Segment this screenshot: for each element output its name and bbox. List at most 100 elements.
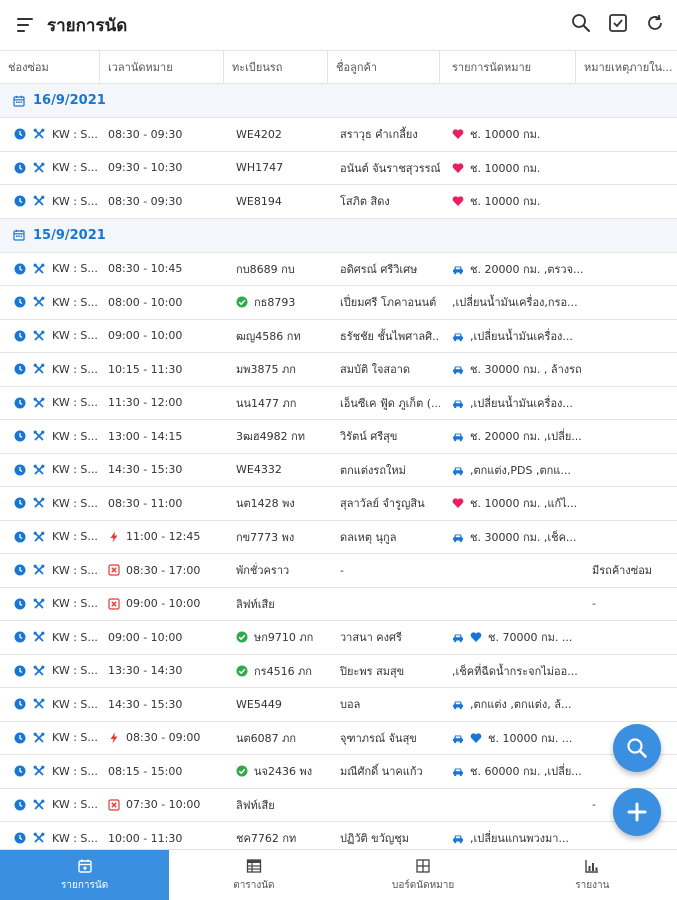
table-row[interactable]: KW : S... 09:00 - 10:00 ษก9710 ภก วาสนา คงศ…	[0, 621, 677, 655]
cell-time: 07:30 - 10:00	[100, 789, 224, 822]
bay-text: KW : S...	[52, 396, 98, 410]
app-bar-actions	[571, 13, 665, 33]
clock-icon	[14, 832, 26, 844]
bay-text: KW : S...	[52, 295, 98, 309]
table-row[interactable]: KW : S... 08:30 - 09:00 นต6087 ภก จุฑาภรณ์ …	[0, 722, 677, 755]
customer-text: อดิศรณ์ ศรีวิเศษ	[340, 262, 418, 276]
nav-tab-schedule[interactable]: ตารางนัด	[169, 850, 338, 900]
table-row[interactable]: KW : S... 11:30 - 12:00 นน1477 ภก เอ็นซีเค …	[0, 387, 677, 420]
cell-customer	[332, 588, 440, 621]
table-row[interactable]: KW : S... 09:00 - 10:00 ลิฟท์เสีย -	[0, 588, 677, 621]
note-text: มีรถค้างซ่อม	[592, 564, 653, 578]
table-row[interactable]: KW : S... 08:00 - 10:00 กธ8793 เปี่ยมศรี โภ…	[0, 286, 677, 320]
time-text: 08:15 - 15:00	[108, 764, 183, 778]
table-row[interactable]: KW : S... 08:30 - 10:45 กบ8689 กบ อดิศรณ์ ศ…	[0, 253, 677, 286]
cell-items: ช. 60000 กม. ,เปลี่ย...	[440, 755, 584, 788]
search-icon[interactable]	[571, 13, 591, 33]
cell-plate: ลิฟท์เสีย	[224, 789, 332, 822]
cell-plate: WE8194	[224, 185, 332, 218]
app-bar: รายการนัด	[0, 0, 677, 50]
cell-plate: นน1477 ภก	[224, 387, 332, 420]
customer-text: สราวุธ คำเกลี้ยง	[340, 128, 418, 142]
table-row[interactable]: KW : S... 09:00 - 10:00 ฒญ4586 กท ธรัชชัย ช…	[0, 320, 677, 353]
column-header-items[interactable]: รายการนัดหมาย	[440, 51, 576, 83]
cell-bay: KW : S...	[0, 118, 100, 151]
plate-text: กธ8793	[254, 296, 296, 310]
tools-icon	[33, 330, 45, 341]
items-text: ,เปลี่ยนน้ำมันเครื่อง...	[470, 396, 573, 410]
column-header-bay[interactable]: ช่องซ่อม	[0, 51, 100, 83]
check-circle-icon	[236, 296, 248, 308]
refresh-icon[interactable]	[645, 13, 665, 33]
bay-text: KW : S...	[52, 831, 98, 845]
heart-icon	[470, 632, 482, 643]
check-circle-icon	[236, 765, 248, 777]
table-row[interactable]: KW : S... 08:30 - 11:00 นต1428 พง สุลาวัลย์…	[0, 487, 677, 521]
table-row[interactable]: KW : S... 14:30 - 15:30 WE5449 บอล ,ตกแต่ง ,…	[0, 688, 677, 722]
column-header-plate[interactable]: ทะเบียนรถ	[224, 51, 328, 83]
checkbox-icon[interactable]	[608, 13, 628, 33]
nav-tab-report[interactable]: รายงาน	[508, 850, 677, 900]
add-icon	[627, 802, 647, 822]
cell-items	[440, 789, 584, 822]
menu-icon[interactable]	[17, 18, 33, 32]
cell-time: 08:30 - 09:00	[100, 722, 224, 755]
table-row[interactable]: KW : S... 10:15 - 11:30 มพ3875 ภก สมบัติ ใจ…	[0, 353, 677, 387]
table-row[interactable]: KW : S... 14:30 - 15:30 WE4332 ตกแต่งรถใหม่…	[0, 454, 677, 487]
nav-label: ตารางนัด	[233, 879, 275, 891]
plate-text: นต1428 พง	[236, 497, 295, 511]
tools-icon	[33, 128, 45, 139]
clock-icon	[14, 598, 26, 610]
cell-note: มีรถค้างซ่อม	[584, 554, 677, 587]
column-header-customer[interactable]: ชื่อลูกค้า	[328, 51, 440, 83]
add-fab[interactable]	[613, 788, 661, 836]
table-row[interactable]: KW : S... 09:30 - 10:30 WH1747 อนันต์ จันรา…	[0, 152, 677, 185]
nav-tab-board[interactable]: บอร์ดนัดหมาย	[339, 850, 508, 900]
cell-plate: ชค7762 กท	[224, 822, 332, 849]
table-row[interactable]: KW : S... 13:00 - 14:15 3ฒฮ4982 กท วิรัตน์ …	[0, 420, 677, 454]
time-text: 13:30 - 14:30	[108, 664, 183, 678]
items-text: ช. 30000 กม. ,เช็ค...	[470, 530, 577, 544]
search-fab[interactable]	[613, 724, 661, 772]
table-row[interactable]: KW : S... 08:30 - 09:30 WE8194 โสภิต สิดง ช.…	[0, 185, 677, 219]
plate-text: 3ฒฮ4982 กท	[236, 430, 306, 444]
customer-text: -	[340, 563, 344, 577]
cell-plate: พักชั่วคราว	[224, 554, 332, 587]
cell-customer: โสภิต สิดง	[332, 185, 440, 218]
customer-text: สมบัติ ใจสอาด	[340, 363, 411, 377]
car-icon	[453, 266, 463, 274]
time-text: 09:00 - 10:00	[126, 597, 201, 611]
table-row[interactable]: KW : S... 08:30 - 09:30 WE4202 สราวุธ คำเกล…	[0, 118, 677, 152]
cell-plate: WE5449	[224, 688, 332, 721]
car-icon	[453, 366, 463, 375]
column-header-note[interactable]: หมายเหตุภายใน...	[576, 51, 677, 83]
column-header-time[interactable]: เวลานัดหมาย	[100, 51, 224, 83]
table-row[interactable]: KW : S... 07:30 - 10:00 ลิฟท์เสีย -	[0, 789, 677, 822]
cell-customer: ธรัชชัย ชั้นไพศาลศิ...	[332, 320, 440, 353]
table-row[interactable]: KW : S... 08:30 - 17:00 พักชั่วคราว - มีรถค้…	[0, 554, 677, 588]
time-text: 14:30 - 15:30	[108, 697, 183, 711]
cell-time: 08:00 - 10:00	[100, 286, 224, 319]
cell-customer: มณีศักดิ์ นาคแก้ว	[332, 755, 440, 788]
cell-time: 13:30 - 14:30	[100, 655, 224, 688]
plate-text: นน1477 ภก	[236, 396, 297, 410]
nav-tab-appointments[interactable]: รายการนัด	[0, 850, 170, 900]
clock-icon	[14, 732, 26, 744]
table-row[interactable]: KW : S... 11:00 - 12:45 กข7773 พง ดลเหตุ นุ…	[0, 521, 677, 554]
cell-bay: KW : S...	[0, 588, 100, 621]
cell-customer: เปี่ยมศรี โภคาอนนต์	[332, 286, 440, 319]
items-text: ,เปลี่ยนแกนพวงมา...	[470, 832, 569, 846]
cell-items: ช. 10000 กม.	[440, 185, 584, 218]
items-text: ช. 10000 กม. ...	[488, 731, 573, 745]
table-row[interactable]: KW : S... 10:00 - 11:30 ชค7762 กท ปฏิวัติ ข…	[0, 822, 677, 849]
items-text: ช. 20000 กม. ,ตรวจ...	[470, 262, 584, 276]
table-row[interactable]: KW : S... 13:30 - 14:30 กร4516 ภก ปิยะพร สม…	[0, 655, 677, 688]
cell-customer: วาสนา คงศรี	[332, 621, 440, 654]
tools-icon	[33, 531, 45, 542]
customer-text: เปี่ยมศรี โภคาอนนต์	[340, 296, 437, 310]
table-row[interactable]: KW : S... 08:15 - 15:00 นจ2436 พง มณีศักดิ์…	[0, 755, 677, 789]
cell-time: 10:15 - 11:30	[100, 353, 224, 386]
search-icon	[627, 738, 647, 758]
cell-note	[584, 253, 677, 286]
tools-icon	[33, 397, 45, 408]
